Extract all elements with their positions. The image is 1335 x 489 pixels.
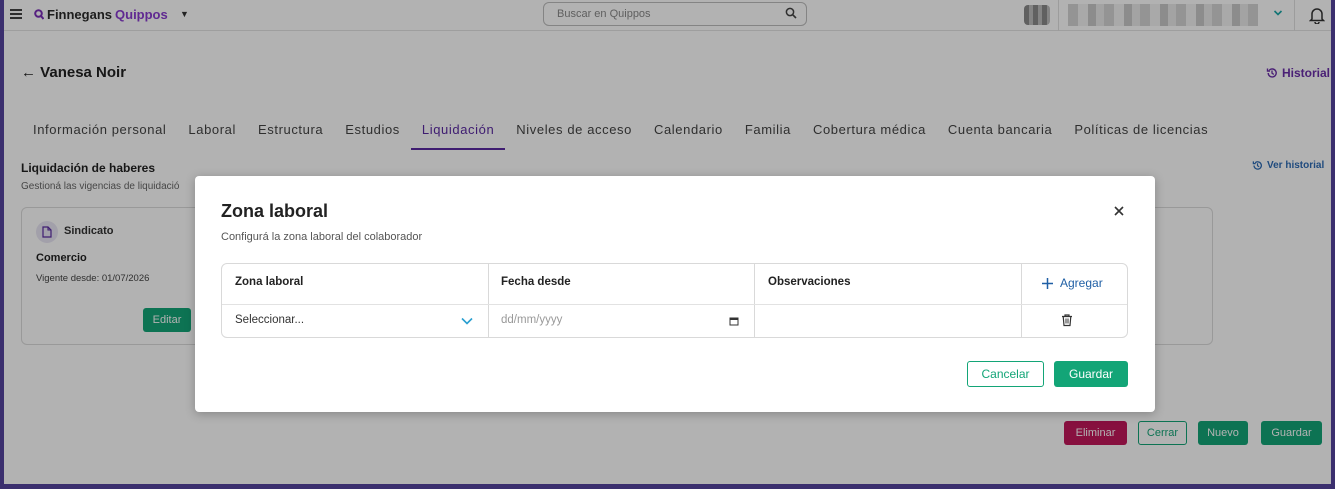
column-divider bbox=[754, 264, 755, 337]
row-divider bbox=[222, 304, 1127, 305]
app-frame: Finnegans Quippos ▼ Buscar en Quippos ← V… bbox=[4, 0, 1331, 484]
chevron-down-icon[interactable] bbox=[460, 316, 474, 326]
modal-title: Zona laboral bbox=[221, 201, 329, 221]
plus-icon bbox=[1042, 277, 1053, 289]
calendar-icon[interactable] bbox=[729, 316, 739, 326]
column-header-fecha: Fecha desde bbox=[501, 276, 571, 288]
column-divider bbox=[488, 264, 489, 337]
column-header-zona: Zona laboral bbox=[235, 276, 304, 288]
column-divider bbox=[1021, 264, 1022, 337]
zona-select[interactable]: Seleccionar... bbox=[235, 314, 304, 326]
agregar-label: Agregar bbox=[1060, 276, 1103, 290]
save-button[interactable]: Guardar bbox=[1054, 361, 1128, 387]
zona-laboral-modal: Zona laboral Configurá la zona laboral d… bbox=[195, 176, 1155, 412]
close-icon[interactable] bbox=[1112, 204, 1126, 218]
agregar-button[interactable]: Agregar bbox=[1041, 276, 1103, 290]
cancel-button[interactable]: Cancelar bbox=[967, 361, 1044, 387]
modal-subtitle: Configurá la zona laboral del colaborado… bbox=[221, 231, 423, 243]
zona-table: Zona laboral Fecha desde Observaciones A… bbox=[221, 263, 1128, 338]
fecha-desde-input[interactable]: dd/mm/yyyy bbox=[501, 314, 562, 326]
column-header-observaciones: Observaciones bbox=[768, 276, 851, 288]
trash-icon[interactable] bbox=[1060, 313, 1074, 327]
